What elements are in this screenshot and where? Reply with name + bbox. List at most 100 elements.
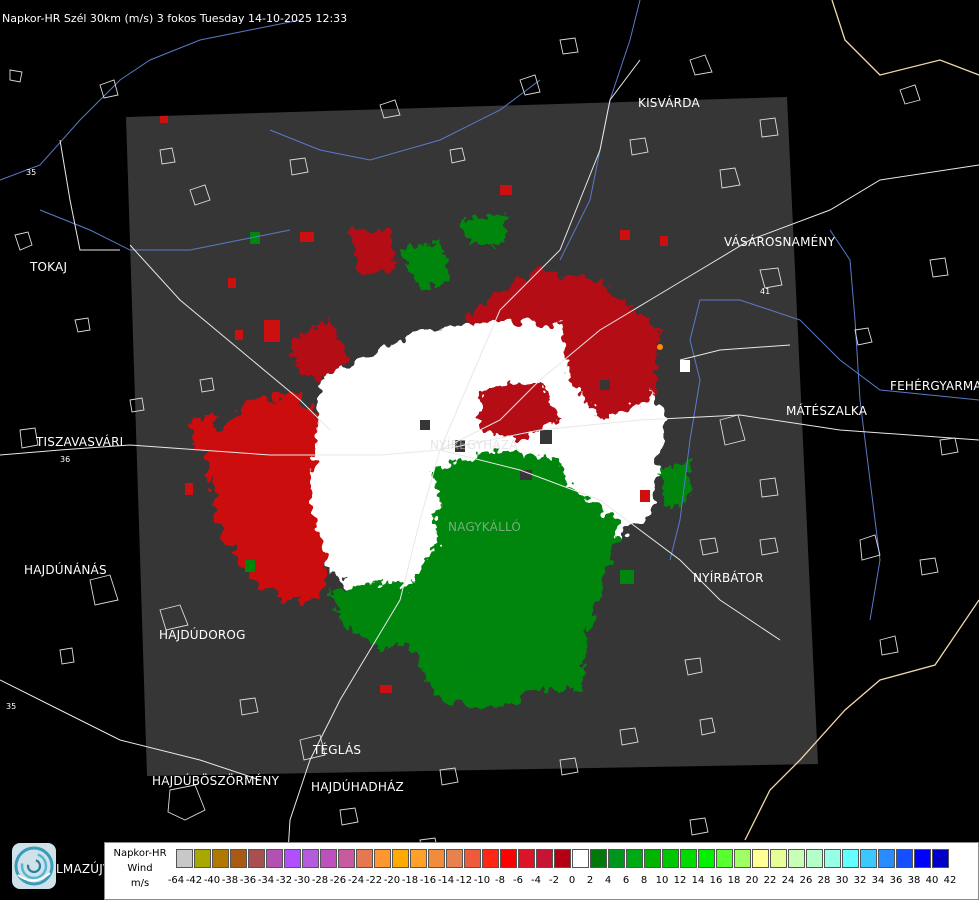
legend-tick-label: 28	[817, 875, 831, 886]
legend-tick-label: 18	[727, 875, 741, 886]
map-title: Napkor-HR Szél 30km (m/s) 3 fokos Tuesda…	[2, 12, 348, 25]
legend-swatch	[248, 849, 265, 868]
road-number-35-bottom: 35	[6, 702, 17, 711]
legend-swatch	[338, 849, 355, 868]
legend-swatch	[230, 849, 247, 868]
legend-swatch	[590, 849, 607, 868]
legend-swatch	[446, 849, 463, 868]
legend-tick-label: 14	[691, 875, 705, 886]
town-label-tokaj: TOKAJ	[30, 260, 68, 274]
radar-site-marker	[657, 344, 663, 350]
legend-swatch	[176, 849, 193, 868]
legend-tick-label: -34	[257, 875, 275, 886]
legend-tick-label: 30	[835, 875, 849, 886]
legend-tick-label: 16	[709, 875, 723, 886]
legend-tick-label: 8	[640, 875, 648, 886]
town-label-mateszalka: MÁTÉSZALKA	[786, 404, 868, 418]
legend-swatch	[734, 849, 751, 868]
legend-swatch	[698, 849, 715, 868]
legend-swatch	[392, 849, 409, 868]
legend-swatch	[266, 849, 283, 868]
legend-swatch	[302, 849, 319, 868]
legend-tick-label: 0	[568, 875, 576, 886]
legend-tick-label: -4	[531, 875, 541, 886]
legend-swatch	[842, 849, 859, 868]
legend-tick-label: 10	[655, 875, 669, 886]
legend-tick-label: 6	[622, 875, 630, 886]
legend-tick-labels: -64 -42 -40 -38 -36 -34 -32 -30 -28 -26 -24 -22 -20-…	[168, 875, 976, 889]
town-label-hajdudorog: HAJDÚDOROG	[159, 628, 246, 642]
legend-swatch	[896, 849, 913, 868]
town-label-nyirbator: NYÍRBÁTOR	[693, 571, 764, 585]
town-label-kisvarda: KISVÁRDA	[638, 96, 700, 110]
town-label-tiszavasvari: TISZAVASVÁRI	[36, 435, 124, 449]
town-label-fehergyarmat: FEHÉRGYARMA	[890, 379, 979, 393]
legend-swatch	[320, 849, 337, 868]
legend-tick-label: -6	[513, 875, 523, 886]
legend-tick-label: -26	[329, 875, 347, 886]
town-label-nyiregyhaza: NYÍREGYHÁZA	[430, 438, 518, 452]
legend-swatch	[410, 849, 427, 868]
legend-swatch	[806, 849, 823, 868]
legend-tick-label: -40	[203, 875, 221, 886]
legend-swatch	[932, 849, 949, 868]
legend-swatch	[770, 849, 787, 868]
legend-tick-label: 42	[943, 875, 957, 886]
legend-swatch	[194, 849, 211, 868]
legend-tick-label: -64	[167, 875, 185, 886]
legend-swatch	[284, 849, 301, 868]
town-label-vasarosnameny: VÁSÁROSNAMÉNY	[724, 235, 836, 249]
legend-tick-label: -42	[185, 875, 203, 886]
legend-unit: m/s	[130, 878, 150, 889]
legend-tick-label: 20	[745, 875, 759, 886]
legend-tick-label: 34	[871, 875, 885, 886]
legend-swatch	[878, 849, 895, 868]
legend-swatch	[374, 849, 391, 868]
legend-swatch	[356, 849, 373, 868]
road-number-36: 36	[60, 455, 71, 464]
legend-tick-label: -30	[293, 875, 311, 886]
legend-swatch	[914, 849, 931, 868]
legend-tick-label: -28	[311, 875, 329, 886]
legend-swatch	[626, 849, 643, 868]
legend-tick-label: 4	[604, 875, 612, 886]
legend-tick-label: -8	[495, 875, 505, 886]
legend-tick-label: -2	[549, 875, 559, 886]
legend-tick-label: 38	[907, 875, 921, 886]
legend-tick-label: 12	[673, 875, 687, 886]
town-label-hajdunanas: HAJDÚNÁNÁS	[24, 563, 107, 577]
legend-swatch	[482, 849, 499, 868]
legend-swatch	[716, 849, 733, 868]
legend-swatch	[212, 849, 229, 868]
legend-tick-label: -32	[275, 875, 293, 886]
legend-swatch	[662, 849, 679, 868]
legend-swatch	[608, 849, 625, 868]
legend-tick-label: -16	[419, 875, 437, 886]
legend-swatch	[788, 849, 805, 868]
legend-swatch	[572, 849, 589, 868]
legend-tick-label: -36	[239, 875, 257, 886]
legend-swatch	[428, 849, 445, 868]
legend-tick-label: -24	[347, 875, 365, 886]
legend-swatch	[500, 849, 517, 868]
legend-tick-label: -18	[401, 875, 419, 886]
legend-tick-label: 36	[889, 875, 903, 886]
legend-tick-label: -12	[455, 875, 473, 886]
legend-color-swatches	[176, 849, 950, 870]
town-label-teglas: TÉGLÁS	[313, 743, 362, 757]
legend-title: Napkor-HR	[113, 848, 167, 859]
wind-legend: Napkor-HR Wind m/s -64 -42 -40 -38 -36 -34 -32…	[104, 842, 979, 900]
legend-swatch	[554, 849, 571, 868]
legend-tick-label: -22	[365, 875, 383, 886]
napkor-swirl-icon	[12, 843, 56, 889]
legend-tick-label: 26	[799, 875, 813, 886]
road-number-41: 41	[760, 287, 771, 296]
legend-tick-label: 2	[586, 875, 594, 886]
legend-swatch	[464, 849, 481, 868]
town-label-hajduboszormeny: HAJDÚBÖSZÖRMÉNY	[152, 774, 280, 788]
legend-tick-label: 32	[853, 875, 867, 886]
legend-tick-label: -20	[383, 875, 401, 886]
legend-tick-label: 24	[781, 875, 795, 886]
legend-tick-label: 22	[763, 875, 777, 886]
legend-tick-label: -38	[221, 875, 239, 886]
